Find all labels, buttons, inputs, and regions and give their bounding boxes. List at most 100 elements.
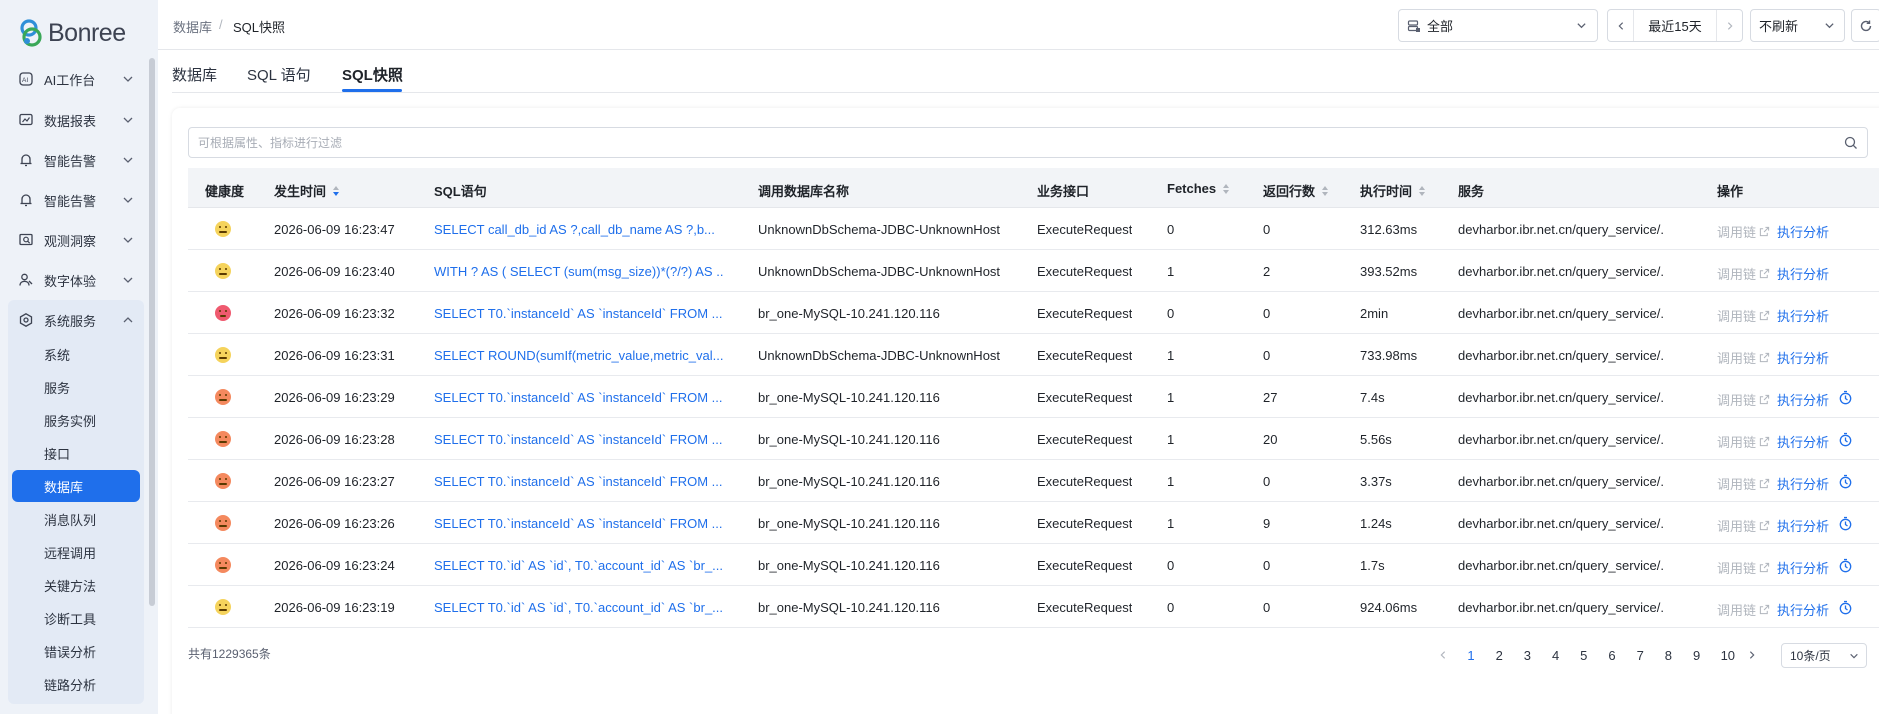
sidebar-item-alarm[interactable]: 智能告警: [12, 181, 140, 219]
sidebar-subitem[interactable]: 服务: [12, 371, 140, 403]
stopwatch-icon[interactable]: [1838, 390, 1853, 405]
tab-sql-statement[interactable]: SQL 语句: [247, 64, 311, 85]
sidebar-subitem[interactable]: 诊断工具: [12, 602, 140, 634]
time-next-button[interactable]: [1716, 10, 1742, 41]
stopwatch-icon[interactable]: [1838, 558, 1853, 573]
tab-database[interactable]: 数据库: [172, 64, 217, 85]
column-header[interactable]: 返回行数: [1263, 181, 1329, 200]
sql-statement-link[interactable]: SELECT T0.`instanceId` AS `instanceId` F…: [434, 516, 723, 531]
table-row[interactable]: 2026-06-09 16:23:28 SELECT T0.`instanceId…: [188, 418, 1879, 460]
page-number[interactable]: 6: [1604, 648, 1620, 663]
page-number[interactable]: 1: [1463, 648, 1479, 663]
analyze-link[interactable]: 执行分析: [1777, 558, 1829, 577]
sql-statement-link[interactable]: SELECT T0.`instanceId` AS `instanceId` F…: [434, 432, 723, 447]
page-number[interactable]: 10: [1718, 648, 1738, 663]
page-number[interactable]: 5: [1576, 648, 1592, 663]
trace-link[interactable]: 调用链: [1717, 264, 1770, 283]
trace-link[interactable]: 调用链: [1717, 222, 1770, 241]
page-next-button[interactable]: [1747, 650, 1757, 660]
tab-sql-snapshot[interactable]: SQL快照: [342, 64, 403, 85]
sidebar-subitem[interactable]: 服务实例: [12, 404, 140, 436]
analyze-link[interactable]: 执行分析: [1777, 474, 1829, 493]
sidebar-scrollbar[interactable]: [149, 58, 155, 606]
stopwatch-icon[interactable]: [1838, 600, 1853, 615]
filter-placeholder: 可根据属性、指标进行过滤: [198, 136, 343, 150]
trace-link[interactable]: 调用链: [1717, 558, 1770, 577]
analyze-link[interactable]: 执行分析: [1777, 390, 1829, 409]
time-range-picker[interactable]: 最近15天: [1607, 9, 1743, 42]
table-row[interactable]: 2026-06-09 16:23:24 SELECT T0.`id` AS `id…: [188, 544, 1879, 586]
sidebar-subitem[interactable]: 数据库: [12, 470, 140, 502]
table-row[interactable]: 2026-06-09 16:23:40 WITH ? AS ( SELECT (s…: [188, 250, 1879, 292]
sql-statement-link[interactable]: WITH ? AS ( SELECT (sum(msg_size))*(?/?)…: [434, 264, 724, 279]
stopwatch-icon[interactable]: [1838, 516, 1853, 531]
analyze-link[interactable]: 执行分析: [1777, 432, 1829, 451]
trace-link[interactable]: 调用链: [1717, 600, 1770, 619]
brand-logo[interactable]: Bonree: [18, 14, 143, 52]
sidebar-subitem[interactable]: 链路分析: [12, 668, 140, 700]
sidebar-subitem[interactable]: 消息队列: [12, 503, 140, 535]
table-row[interactable]: 2026-06-09 16:23:47 SELECT call_db_id AS …: [188, 208, 1879, 250]
filter-input[interactable]: 可根据属性、指标进行过滤: [188, 127, 1868, 158]
sql-statement-link[interactable]: SELECT ROUND(sumIf(metric_value,metric_v…: [434, 348, 723, 363]
scope-select[interactable]: 全部: [1398, 9, 1598, 42]
refresh-button[interactable]: [1851, 9, 1879, 42]
table-row[interactable]: 2026-06-09 16:23:26 SELECT T0.`instanceId…: [188, 502, 1879, 544]
trace-link[interactable]: 调用链: [1717, 516, 1770, 535]
page-number[interactable]: 4: [1548, 648, 1564, 663]
trace-link[interactable]: 调用链: [1717, 348, 1770, 367]
column-header[interactable]: 发生时间: [274, 181, 340, 200]
trace-link[interactable]: 调用链: [1717, 432, 1770, 451]
sql-statement-link[interactable]: SELECT call_db_id AS ?,call_db_name AS ?…: [434, 222, 715, 237]
stopwatch-icon[interactable]: [1838, 474, 1853, 489]
sidebar-item-ai[interactable]: AI AI工作台: [12, 60, 140, 98]
sidebar-subitem[interactable]: 远程调用: [12, 536, 140, 568]
page-prev-button[interactable]: [1438, 650, 1448, 660]
table-row[interactable]: 2026-06-09 16:23:32 SELECT T0.`instanceId…: [188, 292, 1879, 334]
sidebar-item-alarm[interactable]: 智能告警: [12, 141, 140, 179]
analyze-link[interactable]: 执行分析: [1777, 348, 1829, 367]
analyze-link[interactable]: 执行分析: [1777, 264, 1829, 283]
breadcrumb-parent[interactable]: 数据库: [173, 17, 212, 36]
table-row[interactable]: 2026-06-09 16:23:31 SELECT ROUND(sumIf(me…: [188, 334, 1879, 376]
table-row[interactable]: 2026-06-09 16:23:19 SELECT T0.`id` AS `id…: [188, 586, 1879, 628]
table-row[interactable]: 2026-06-09 16:23:29 SELECT T0.`instanceId…: [188, 376, 1879, 418]
analyze-link[interactable]: 执行分析: [1777, 306, 1829, 325]
analyze-link[interactable]: 执行分析: [1777, 516, 1829, 535]
analyze-link[interactable]: 执行分析: [1777, 222, 1829, 241]
page-number[interactable]: 9: [1689, 648, 1705, 663]
sql-statement-link[interactable]: SELECT T0.`id` AS `id`, T0.`account_id` …: [434, 558, 723, 573]
search-icon[interactable]: [1844, 136, 1858, 150]
page-number[interactable]: 7: [1632, 648, 1648, 663]
sort-icon[interactable]: [332, 185, 340, 197]
sql-statement-link[interactable]: SELECT T0.`id` AS `id`, T0.`account_id` …: [434, 600, 723, 615]
column-header[interactable]: Fetches: [1167, 181, 1230, 196]
time-prev-button[interactable]: [1608, 10, 1634, 41]
trace-link[interactable]: 调用链: [1717, 306, 1770, 325]
sql-statement-link[interactable]: SELECT T0.`instanceId` AS `instanceId` F…: [434, 390, 723, 405]
sidebar-item-user-experience[interactable]: 数字体验: [12, 261, 140, 299]
table-row[interactable]: 2026-06-09 16:23:27 SELECT T0.`instanceId…: [188, 460, 1879, 502]
sidebar-subitem[interactable]: 系统: [12, 338, 140, 370]
sidebar-item-monitor[interactable]: 观测洞察: [12, 221, 140, 259]
page-number[interactable]: 3: [1519, 648, 1535, 663]
sidebar-item-system-service[interactable]: 系统服务: [12, 301, 140, 339]
refresh-interval-select[interactable]: 不刷新: [1750, 9, 1845, 42]
analyze-link[interactable]: 执行分析: [1777, 600, 1829, 619]
sidebar-subitem[interactable]: 错误分析: [12, 635, 140, 667]
sidebar-item-chart[interactable]: 数据报表: [12, 101, 140, 139]
sql-statement-link[interactable]: SELECT T0.`instanceId` AS `instanceId` F…: [434, 474, 723, 489]
column-header[interactable]: 执行时间: [1360, 181, 1426, 200]
sidebar-subitem[interactable]: 关键方法: [12, 569, 140, 601]
sort-icon[interactable]: [1222, 183, 1230, 195]
stopwatch-icon[interactable]: [1838, 432, 1853, 447]
sql-statement-link[interactable]: SELECT T0.`instanceId` AS `instanceId` F…: [434, 306, 723, 321]
trace-link[interactable]: 调用链: [1717, 390, 1770, 409]
page-number[interactable]: 2: [1491, 648, 1507, 663]
page-size-select[interactable]: 10条/页: [1781, 643, 1867, 668]
sort-icon[interactable]: [1418, 185, 1426, 197]
sidebar-subitem[interactable]: 接口: [12, 437, 140, 469]
page-number[interactable]: 8: [1660, 648, 1676, 663]
trace-link[interactable]: 调用链: [1717, 474, 1770, 493]
sort-icon[interactable]: [1321, 185, 1329, 197]
